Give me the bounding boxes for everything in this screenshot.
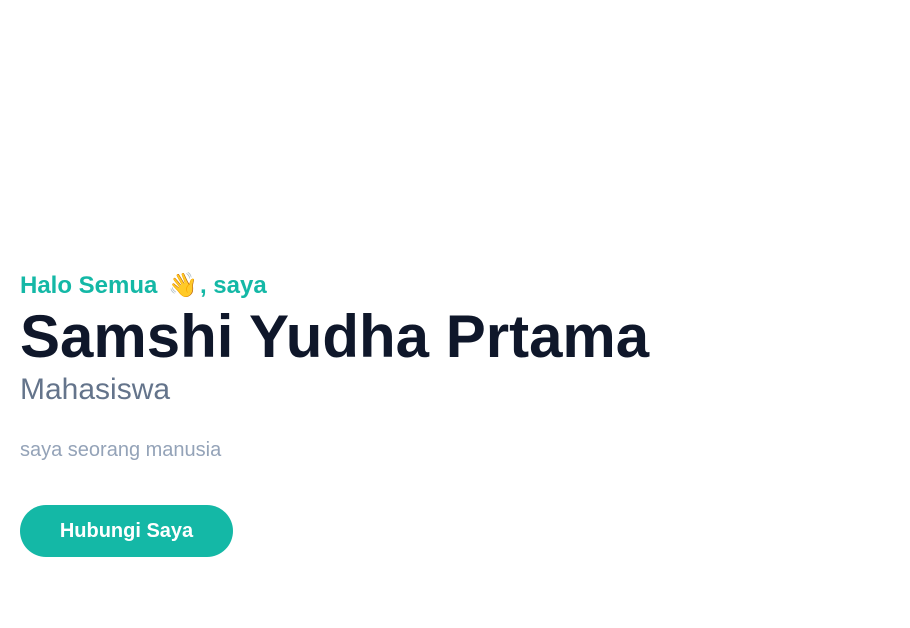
description-text: saya seorang manusia bbox=[20, 439, 222, 461]
hero-section: Halo Semua 👋, saya Samshi Yudha Prtama M… bbox=[20, 270, 880, 464]
page-title: Samshi Yudha Prtama bbox=[20, 303, 650, 370]
role-subtitle: Mahasiswa bbox=[20, 373, 171, 406]
greeting-suffix: , saya bbox=[199, 272, 267, 299]
greeting-prefix: Halo Semua bbox=[20, 272, 158, 299]
greeting-line: Halo Semua 👋, saya bbox=[20, 270, 880, 302]
waving-hand-icon: 👋 bbox=[168, 272, 198, 299]
contact-button[interactable]: Hubungi Saya bbox=[20, 505, 233, 557]
